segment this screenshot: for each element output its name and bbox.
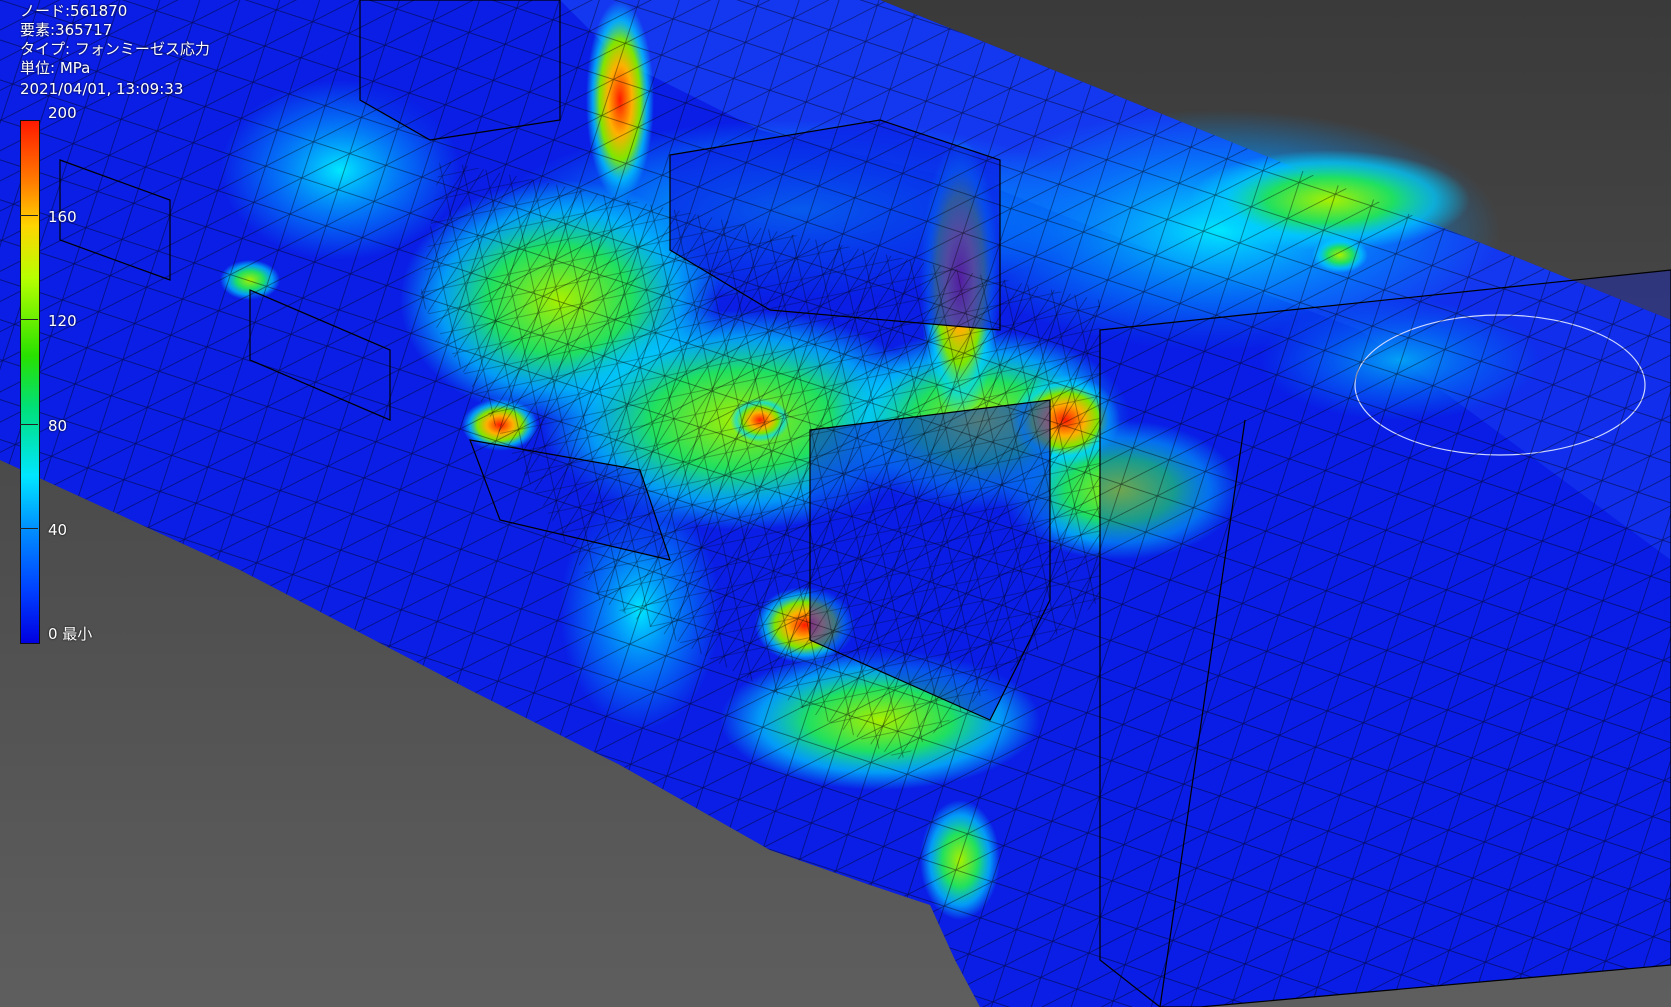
fea-viewport[interactable]: [0, 0, 1671, 1007]
